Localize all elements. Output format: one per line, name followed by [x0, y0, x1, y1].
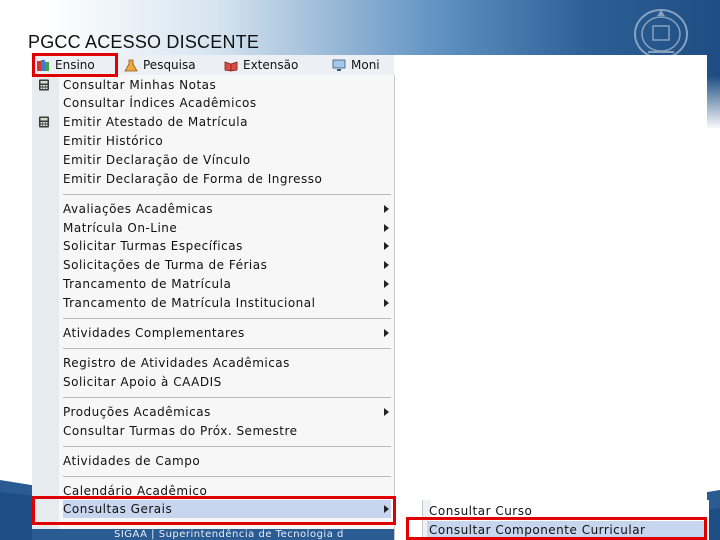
- menu-item-label: Registro de Atividades Acadêmicas: [63, 356, 290, 370]
- slide-title: PGCC ACESSO DISCENTE: [28, 32, 260, 52]
- menu-separator: [63, 476, 391, 477]
- menubar-item-pesquisa[interactable]: Pesquisa: [124, 57, 196, 73]
- menu-item-label: Trancamento de Matrícula Institucional: [63, 296, 316, 310]
- calculator-icon: [39, 79, 49, 91]
- menu-item-label: Atividades de Campo: [63, 454, 201, 468]
- highlight-box-ensino: [32, 53, 118, 77]
- menu-item-trancamento-institucional[interactable]: Trancamento de Matrícula Institucional: [63, 294, 391, 312]
- menu-item-label: Matrícula On-Line: [63, 221, 178, 235]
- menu-separator: [63, 348, 391, 349]
- menu-icon-gutter: [32, 75, 59, 540]
- book-open-icon: [224, 60, 238, 71]
- submenu-arrow-icon: [384, 299, 389, 307]
- menu-item-registro-atividades[interactable]: Registro de Atividades Acadêmicas: [63, 354, 391, 372]
- menu-item-consultar-turmas-prox-semestre[interactable]: Consultar Turmas do Próx. Semestre: [63, 422, 391, 440]
- highlight-box-consultas-gerais: [32, 496, 396, 525]
- menu-item-solicitacoes-turma-ferias[interactable]: Solicitações de Turma de Férias: [63, 256, 391, 274]
- ensino-dropdown-menu: Consultar Minhas Notas Consultar Índices…: [32, 75, 395, 540]
- sigaa-footer-bar: SIGAA | Superintendência de Tecnologia d: [32, 529, 394, 540]
- menubar-item-label: Extensão: [243, 58, 299, 72]
- submenu-arrow-icon: [384, 261, 389, 269]
- menu-item-consultar-indices[interactable]: Consultar Índices Acadêmicos: [63, 94, 391, 112]
- monitor-icon: [332, 59, 346, 71]
- menu-item-emitir-historico[interactable]: Emitir Histórico: [63, 132, 391, 150]
- university-seal-icon: [634, 9, 688, 59]
- menu-item-label: Consultar Turmas do Próx. Semestre: [63, 424, 298, 438]
- menu-item-matricula-online[interactable]: Matrícula On-Line: [63, 219, 391, 237]
- menu-item-emitir-declaracao-vinculo[interactable]: Emitir Declaração de Vínculo: [63, 151, 391, 169]
- menu-separator: [63, 194, 391, 195]
- submenu-arrow-icon: [384, 329, 389, 337]
- menu-item-label: Produções Acadêmicas: [63, 405, 211, 419]
- sigaa-menu-screenshot: Ensino Pesquisa Extensão Moni Consultar …: [32, 53, 709, 540]
- menu-separator: [63, 446, 391, 447]
- menu-item-label: Solicitações de Turma de Férias: [63, 258, 268, 272]
- menu-item-avaliacoes-academicas[interactable]: Avaliações Acadêmicas: [63, 200, 391, 218]
- menu-item-solicitar-turmas-especificas[interactable]: Solicitar Turmas Específicas: [63, 237, 391, 255]
- submenu-item-label: Consultar Curso: [429, 504, 533, 518]
- calculator-icon: [39, 116, 49, 128]
- submenu-arrow-icon: [384, 242, 389, 250]
- menu-item-atividades-de-campo[interactable]: Atividades de Campo: [63, 452, 391, 470]
- highlight-box-consultar-componente: [406, 517, 707, 540]
- menubar-item-label: Pesquisa: [143, 58, 196, 72]
- footer-text: SIGAA | Superintendência de Tecnologia d: [114, 529, 344, 540]
- menu-separator: [63, 397, 391, 398]
- submenu-arrow-icon: [384, 224, 389, 232]
- menu-item-label: Trancamento de Matrícula: [63, 277, 232, 291]
- menu-item-producoes-academicas[interactable]: Produções Acadêmicas: [63, 403, 391, 421]
- menubar-item-extensao[interactable]: Extensão: [224, 57, 298, 73]
- menubar-item-label: Moni: [351, 58, 380, 72]
- menu-item-consultar-minhas-notas[interactable]: Consultar Minhas Notas: [63, 76, 391, 94]
- menu-item-label: Emitir Declaração de Forma de Ingresso: [63, 172, 323, 186]
- menu-item-emitir-atestado[interactable]: Emitir Atestado de Matrícula: [63, 113, 391, 131]
- submenu-arrow-icon: [384, 408, 389, 416]
- menu-item-label: Solicitar Apoio à CAADIS: [63, 375, 222, 389]
- menubar-item-monitoria[interactable]: Moni: [332, 57, 380, 73]
- menu-item-label: Consultar Índices Acadêmicos: [63, 96, 257, 110]
- menu-item-label: Consultar Minhas Notas: [63, 78, 217, 92]
- menu-item-atividades-complementares[interactable]: Atividades Complementares: [63, 324, 391, 342]
- menu-item-emitir-declaracao-ingresso[interactable]: Emitir Declaração de Forma de Ingresso: [63, 170, 391, 188]
- submenu-arrow-icon: [384, 280, 389, 288]
- menu-item-label: Atividades Complementares: [63, 326, 245, 340]
- submenu-arrow-icon: [384, 205, 389, 213]
- menu-item-solicitar-apoio-caadis[interactable]: Solicitar Apoio à CAADIS: [63, 373, 391, 391]
- menu-item-label: Emitir Histórico: [63, 134, 164, 148]
- menu-item-label: Emitir Atestado de Matrícula: [63, 115, 248, 129]
- menu-item-label: Solicitar Turmas Específicas: [63, 239, 243, 253]
- menu-separator: [63, 318, 391, 319]
- menu-item-label: Avaliações Acadêmicas: [63, 202, 214, 216]
- menu-item-trancamento-matricula[interactable]: Trancamento de Matrícula: [63, 275, 391, 293]
- flask-icon: [124, 59, 138, 71]
- menu-item-label: Emitir Declaração de Vínculo: [63, 153, 251, 167]
